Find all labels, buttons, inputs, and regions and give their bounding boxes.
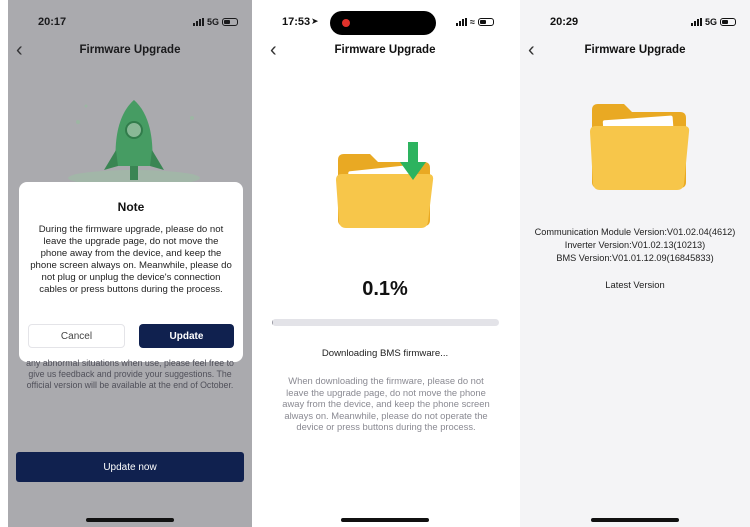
inverter-version: Inverter Version:V01.02.13(10213) (564, 240, 706, 250)
battery-icon (478, 18, 494, 26)
home-indicator (341, 518, 429, 522)
nav-bar: ‹ Firmware Upgrade (520, 38, 750, 64)
location-arrow-icon: ➤ (311, 16, 319, 26)
screen-latest-version: 20:29 5G ‹ Firmware Upgrade Communicatio… (520, 0, 750, 527)
status-time: 20:29 (550, 16, 579, 28)
bms-version: BMS Version:V01.01.12.09(16845833) (556, 253, 714, 263)
folder-icon (590, 104, 690, 190)
home-indicator (86, 518, 174, 522)
page-title: Firmware Upgrade (584, 44, 686, 56)
dialog-actions: Cancel Update (28, 324, 234, 348)
status-indicators: ≈ (456, 17, 494, 27)
signal-icon (690, 18, 702, 26)
release-note-text: any abnormal situations when use, please… (26, 358, 234, 390)
status-time: 17:53 (282, 16, 311, 28)
page-title: Firmware Upgrade (334, 44, 436, 56)
wifi-icon: ≈ (470, 17, 475, 27)
download-warning-text: When downloading the firmware, please do… (282, 375, 490, 433)
comm-module-version: Communication Module Version:V01.02.04(4… (534, 227, 736, 237)
update-button[interactable]: Update (139, 324, 234, 348)
screen-downloading: 17:53 ➤ ≈ ‹ Firmware Upgrade 0.1% Downlo… (262, 0, 508, 527)
recording-dot-icon (342, 19, 350, 27)
version-list: Communication Module Version:V01.02.04(4… (520, 226, 750, 265)
status-indicators: 5G (690, 17, 736, 27)
note-dialog: Note During the firmware upgrade, please… (19, 182, 243, 362)
latest-version-label: Latest Version (605, 279, 665, 290)
progress-percent: 0.1% (362, 278, 408, 300)
network-label: 5G (704, 17, 717, 27)
screen-update-note: 20:17 5G ‹ Firmware Upgrade Note During … (8, 0, 252, 527)
dialog-title: Note (117, 200, 145, 214)
progress-bar (272, 319, 499, 326)
folder-download-icon (336, 142, 434, 228)
update-now-button[interactable]: Update now (16, 452, 244, 482)
cancel-button[interactable]: Cancel (28, 324, 125, 348)
status-bar: 17:53 ➤ ≈ (262, 0, 508, 40)
dialog-message: During the firmware upgrade, please do n… (30, 224, 232, 295)
battery-icon (720, 18, 736, 26)
download-status: Downloading BMS firmware... (321, 348, 449, 359)
signal-icon (456, 18, 468, 26)
home-indicator (591, 518, 679, 522)
status-bar: 20:29 5G (520, 0, 750, 40)
dynamic-island (330, 11, 436, 35)
nav-bar: ‹ Firmware Upgrade (262, 38, 508, 64)
